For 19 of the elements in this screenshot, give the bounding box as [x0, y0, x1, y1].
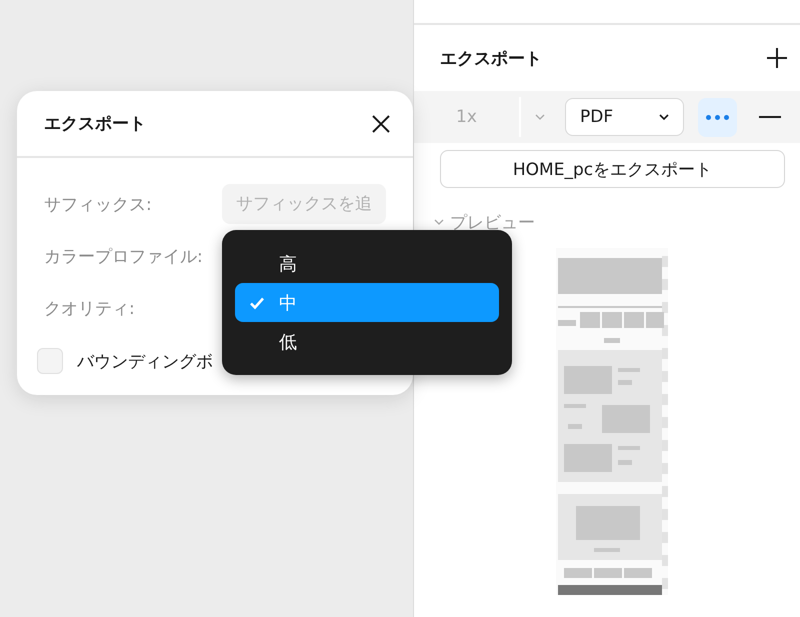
field-label: サフィックス: [44, 194, 152, 216]
more-button[interactable] [698, 98, 737, 136]
menu-item[interactable]: 高 [235, 244, 499, 283]
preview-label: プレビュー [450, 212, 535, 234]
menu-item[interactable]: 低 [235, 322, 499, 361]
checkbox[interactable] [37, 348, 63, 374]
close-icon[interactable] [371, 114, 391, 134]
export-button[interactable]: HOME_pcをエクスポート [440, 150, 785, 188]
format-select[interactable]: PDF [565, 98, 684, 136]
add-icon[interactable] [766, 47, 788, 69]
caret-icon [659, 114, 669, 120]
chevron-down-icon[interactable] [535, 114, 545, 120]
field-label: クオリティ: [44, 298, 135, 320]
checkbox-label: バウンディングボ [77, 350, 213, 372]
field-label: カラープロファイル: [44, 246, 203, 268]
chevron-down-icon[interactable] [434, 219, 444, 225]
suffix-field[interactable]: サフィックスを追 [222, 184, 386, 224]
section-title: エクスポート [440, 48, 542, 70]
dialog-title: エクスポート [44, 113, 146, 135]
